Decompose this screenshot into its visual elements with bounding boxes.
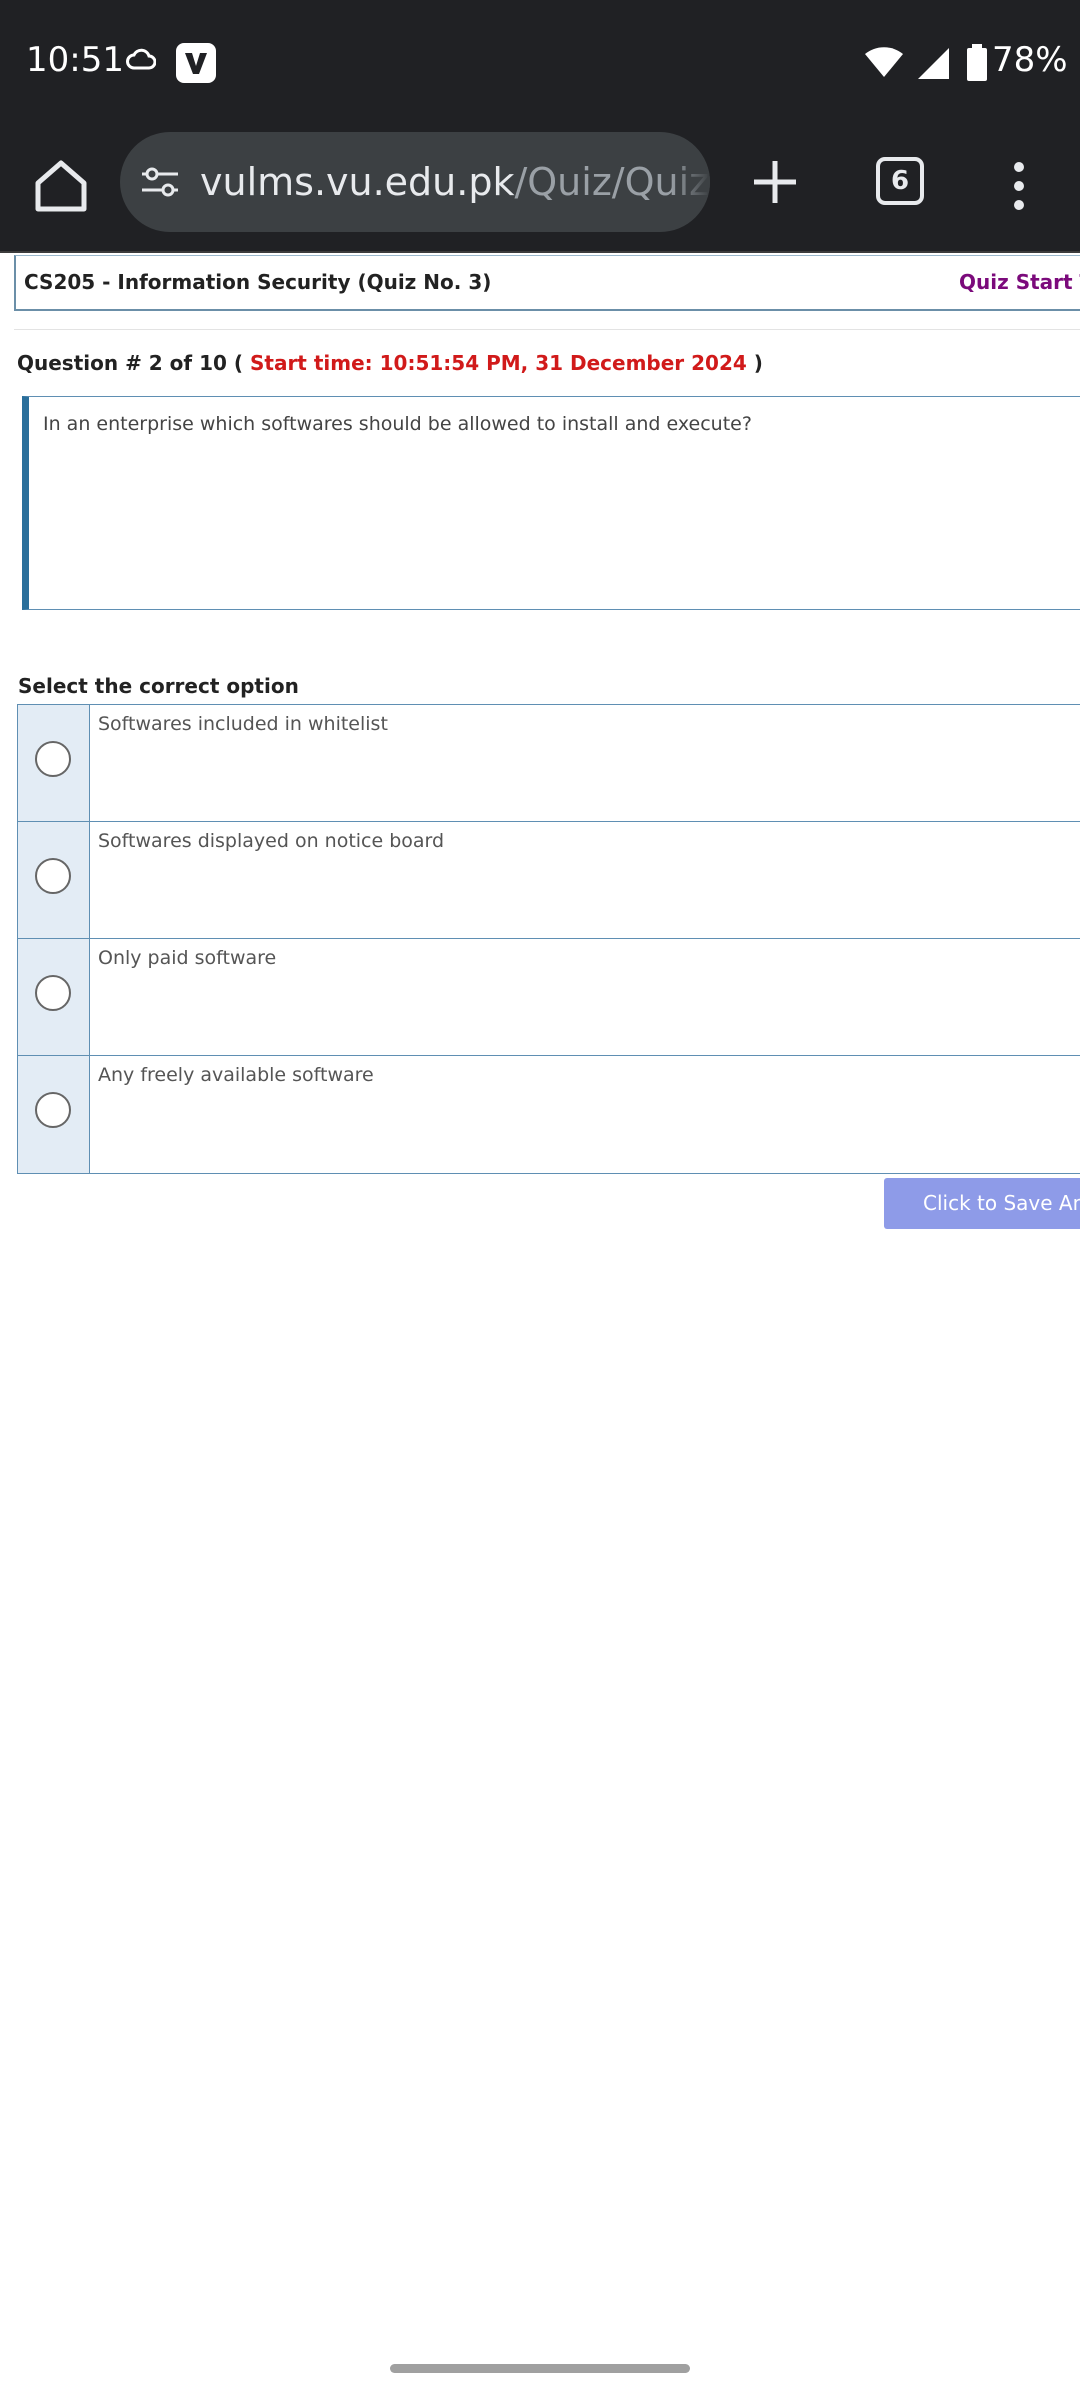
v-app-notification-icon xyxy=(176,43,216,83)
question-paren-close: ) xyxy=(753,351,763,375)
battery-icon xyxy=(966,44,988,86)
save-answer-button[interactable]: Click to Save Ans xyxy=(884,1178,1080,1229)
status-time: 10:51 xyxy=(26,40,124,80)
wifi-icon xyxy=(864,46,904,82)
options-table: Softwares included in whitelist Software… xyxy=(17,704,1080,1174)
cellular-signal-icon xyxy=(916,46,950,84)
question-box: In an enterprise which softwares should … xyxy=(22,396,1080,610)
option-row[interactable]: Any freely available software xyxy=(18,1056,1080,1173)
question-text: In an enterprise which softwares should … xyxy=(43,413,752,435)
select-option-label: Select the correct option xyxy=(18,674,299,698)
quiz-header: CS205 - Information Security (Quiz No. 3… xyxy=(14,255,1080,311)
browser-toolbar: vulms.vu.edu.pk/Quiz/QuizQu 6 xyxy=(0,125,1080,253)
option-label[interactable]: Softwares displayed on notice board xyxy=(98,830,444,852)
quiz-title: CS205 - Information Security (Quiz No. 3… xyxy=(24,270,492,294)
question-counter: Question # 2 of 10 ( Start time: 10:51:5… xyxy=(17,351,763,375)
new-tab-button[interactable] xyxy=(748,155,802,209)
url-text[interactable]: vulms.vu.edu.pk/Quiz/QuizQu xyxy=(200,160,710,204)
option-radio[interactable] xyxy=(35,858,71,894)
option-label[interactable]: Any freely available software xyxy=(98,1064,374,1086)
quiz-start-time-label: Quiz Start Tin xyxy=(959,270,1080,294)
option-row[interactable]: Softwares included in whitelist xyxy=(18,705,1080,822)
url-domain: vulms.vu.edu.pk xyxy=(200,160,515,204)
save-answer-label: Click to Save Ans xyxy=(923,1191,1080,1215)
option-row[interactable]: Only paid software xyxy=(18,939,1080,1056)
divider xyxy=(14,329,1080,330)
option-radio[interactable] xyxy=(35,1092,71,1128)
quiz-page: CS205 - Information Security (Quiz No. 3… xyxy=(0,255,1080,2400)
more-vertical-icon xyxy=(1014,162,1024,210)
address-bar[interactable]: vulms.vu.edu.pk/Quiz/QuizQu xyxy=(120,132,710,232)
option-label[interactable]: Only paid software xyxy=(98,947,276,969)
start-time: Start time: 10:51:54 PM, 31 December 202… xyxy=(249,351,747,375)
more-menu-button[interactable] xyxy=(1004,159,1034,213)
cloud-icon xyxy=(126,46,157,76)
battery-percentage: 78% xyxy=(992,40,1068,80)
home-icon xyxy=(35,160,87,212)
question-number: Question # 2 of 10 ( xyxy=(17,351,244,375)
plus-icon xyxy=(754,161,796,203)
option-radio[interactable] xyxy=(35,741,71,777)
status-bar: 10:51 78% xyxy=(0,0,1080,125)
gesture-navigation-bar[interactable] xyxy=(390,2364,690,2373)
site-settings-icon[interactable] xyxy=(140,164,180,204)
option-label[interactable]: Softwares included in whitelist xyxy=(98,713,388,735)
tab-switcher-button[interactable]: 6 xyxy=(876,157,924,205)
option-row[interactable]: Softwares displayed on notice board xyxy=(18,822,1080,939)
option-radio[interactable] xyxy=(35,975,71,1011)
home-button[interactable] xyxy=(30,155,92,217)
